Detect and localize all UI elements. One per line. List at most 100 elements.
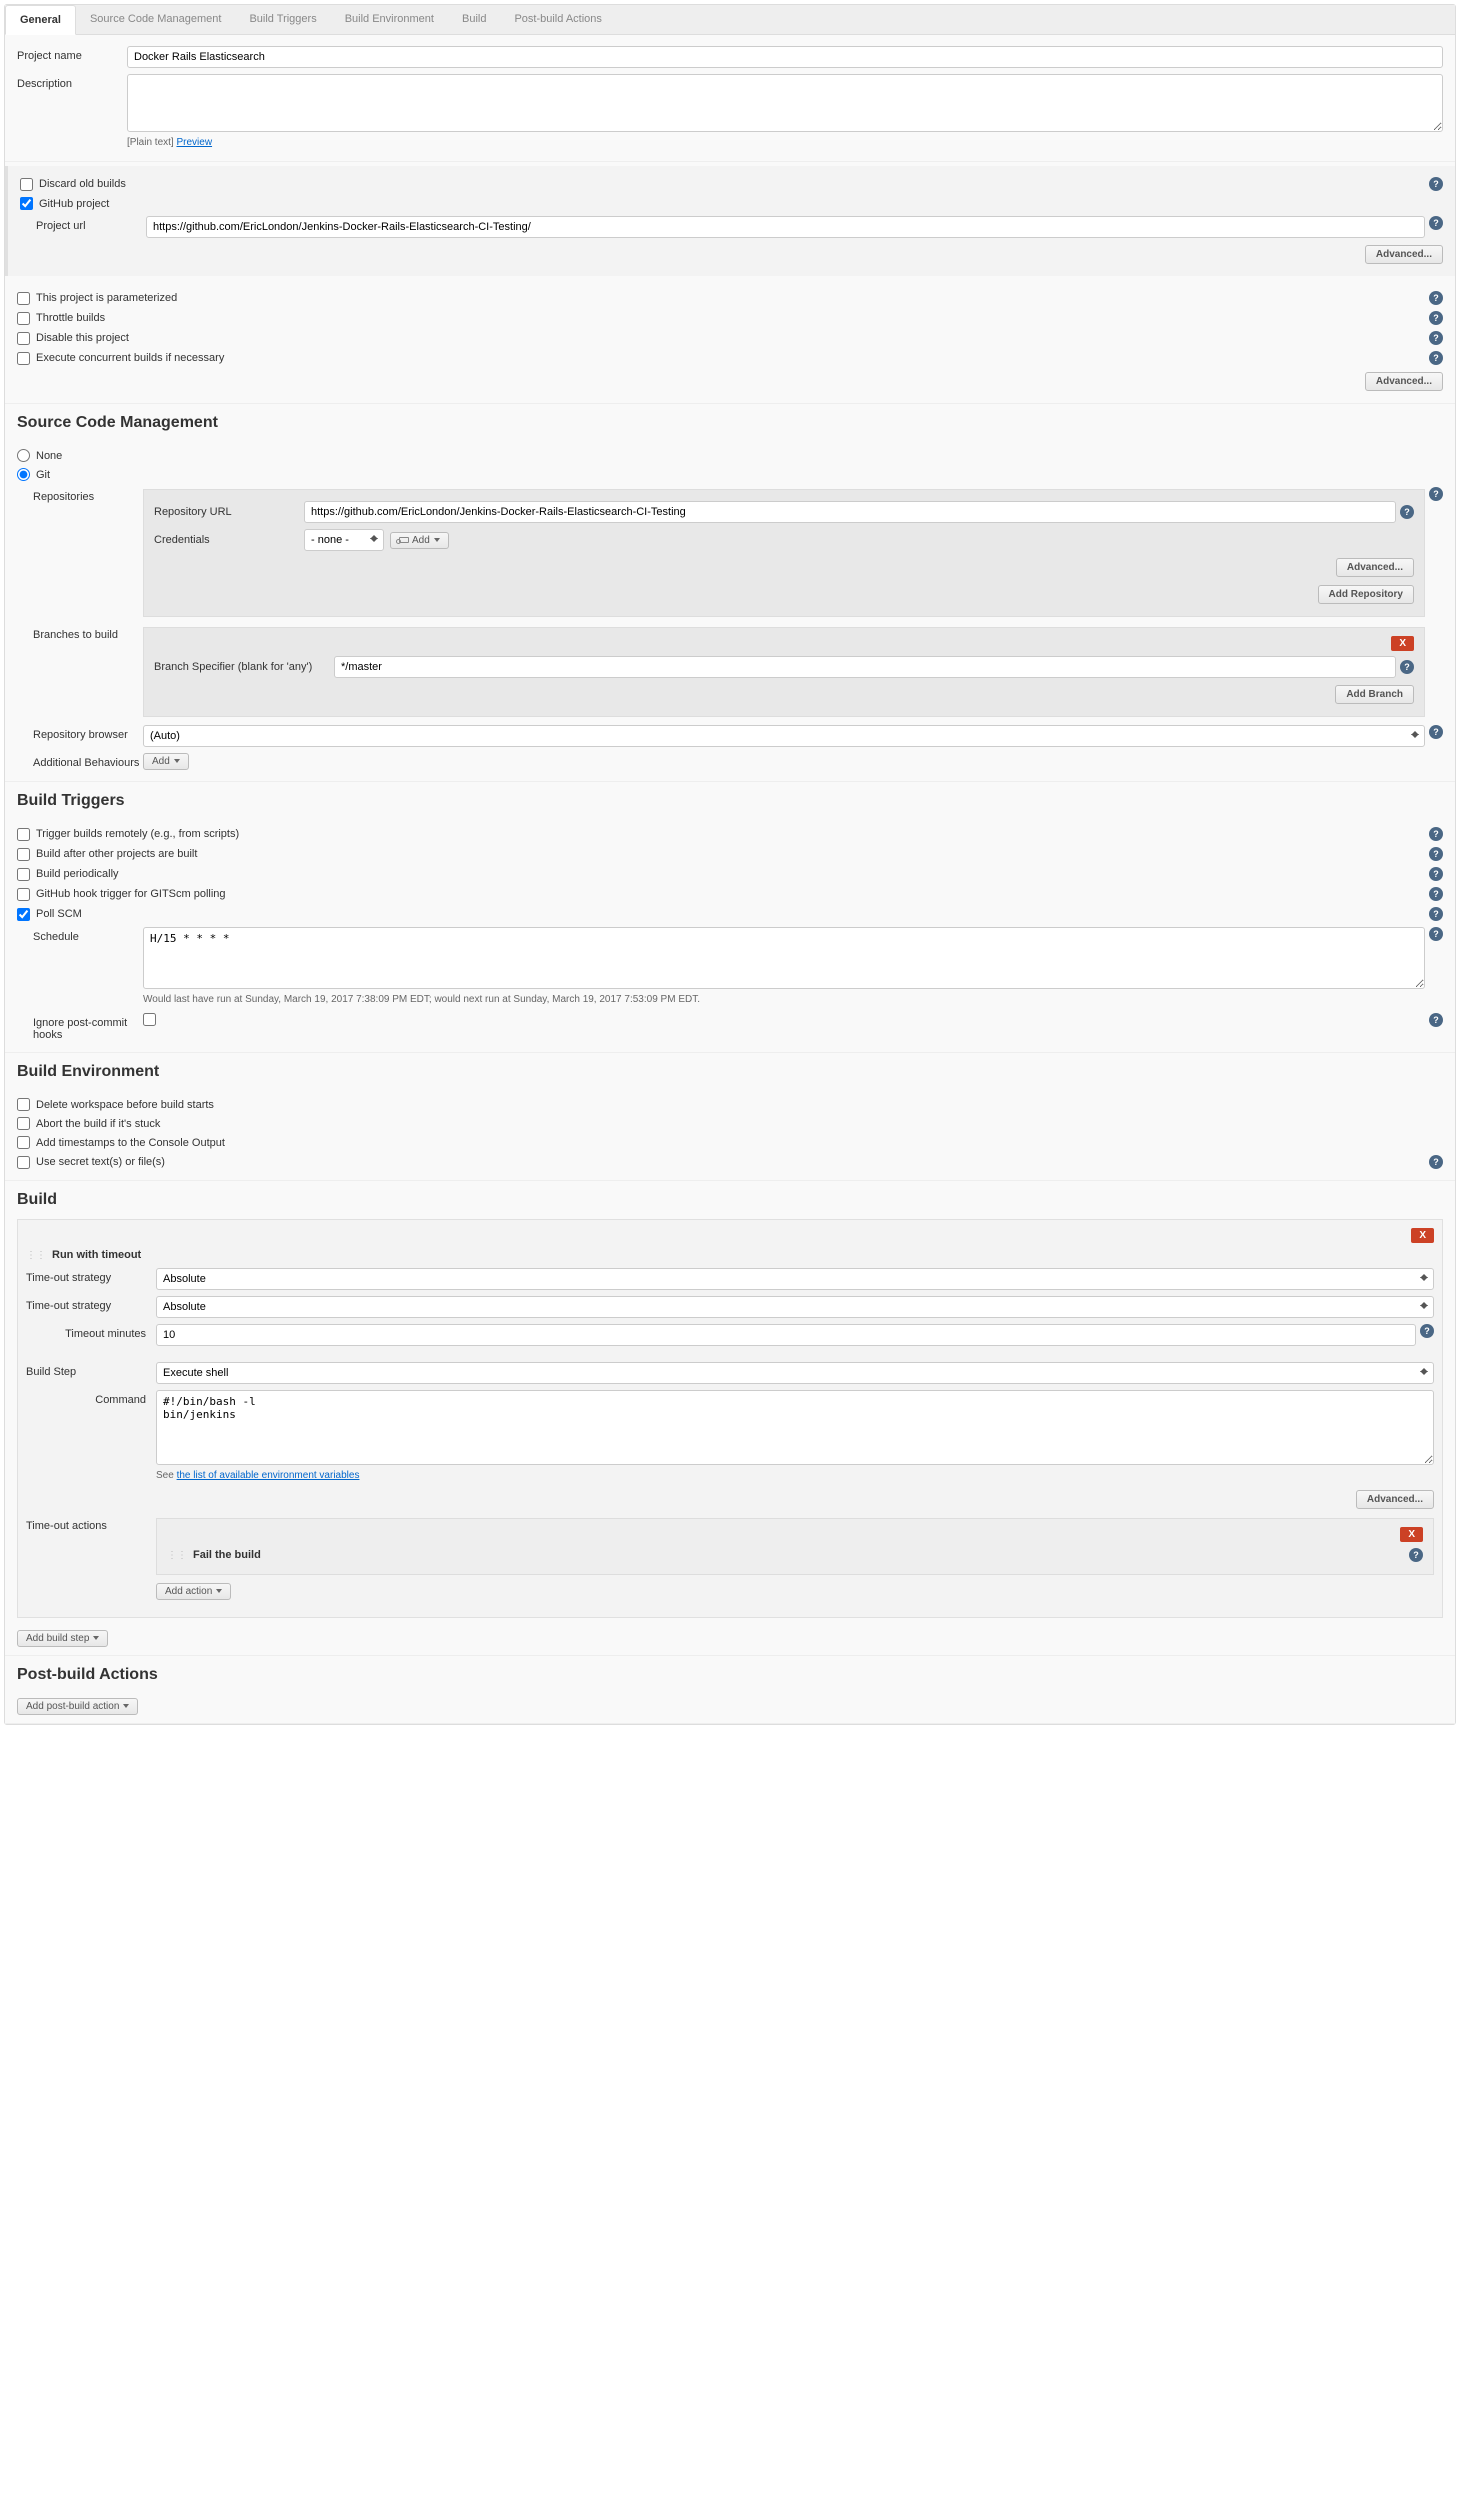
help-icon[interactable]: ? bbox=[1429, 827, 1443, 841]
add-repository-button[interactable]: Add Repository bbox=[1318, 585, 1414, 604]
project-url-label: Project url bbox=[36, 216, 146, 232]
run-timeout-title: Run with timeout bbox=[52, 1249, 1434, 1261]
schedule-textarea[interactable]: H/15 * * * * bbox=[143, 927, 1425, 989]
help-icon[interactable]: ? bbox=[1429, 487, 1443, 501]
description-textarea[interactable] bbox=[127, 74, 1443, 132]
tab-build[interactable]: Build bbox=[448, 5, 500, 34]
help-icon[interactable]: ? bbox=[1429, 725, 1443, 739]
concurrent-label: Execute concurrent builds if necessary bbox=[36, 352, 1425, 364]
trigger-after-label: Build after other projects are built bbox=[36, 848, 1425, 860]
branch-spec-input[interactable] bbox=[334, 656, 1396, 678]
timeout-actions-label: Time-out actions bbox=[26, 1516, 156, 1532]
credentials-select[interactable]: - none - bbox=[304, 529, 384, 551]
preview-link[interactable]: Preview bbox=[176, 137, 212, 148]
add-post-build-button[interactable]: Add post-build action bbox=[17, 1698, 138, 1715]
help-icon[interactable]: ? bbox=[1429, 291, 1443, 305]
parameterized-checkbox[interactable] bbox=[17, 292, 30, 305]
fail-build-title: Fail the build bbox=[193, 1549, 1409, 1561]
help-icon[interactable]: ? bbox=[1429, 351, 1443, 365]
build-step-select[interactable]: Execute shell bbox=[156, 1362, 1434, 1384]
help-icon[interactable]: ? bbox=[1429, 927, 1443, 941]
tab-env[interactable]: Build Environment bbox=[331, 5, 448, 34]
github-project-label: GitHub project bbox=[39, 198, 1443, 210]
plaintext-label: [Plain text] bbox=[127, 137, 174, 148]
timestamps-checkbox[interactable] bbox=[17, 1136, 30, 1149]
trigger-remote-checkbox[interactable] bbox=[17, 828, 30, 841]
delete-action-button[interactable]: X bbox=[1400, 1527, 1423, 1542]
timeout-minutes-label: Timeout minutes bbox=[26, 1324, 156, 1340]
repo-url-input[interactable] bbox=[304, 501, 1396, 523]
repo-browser-label: Repository browser bbox=[33, 725, 143, 741]
scm-none-radio[interactable] bbox=[17, 449, 30, 462]
add-action-button[interactable]: Add action bbox=[156, 1583, 231, 1600]
ignore-hooks-label: Ignore post-commit hooks bbox=[33, 1013, 143, 1041]
trigger-after-checkbox[interactable] bbox=[17, 848, 30, 861]
ignore-hooks-checkbox[interactable] bbox=[143, 1013, 156, 1026]
branches-label: Branches to build bbox=[33, 625, 143, 641]
help-icon[interactable]: ? bbox=[1400, 505, 1414, 519]
trigger-periodic-checkbox[interactable] bbox=[17, 868, 30, 881]
timeout-strategy-select-2[interactable]: Absolute bbox=[156, 1296, 1434, 1318]
secret-checkbox[interactable] bbox=[17, 1156, 30, 1169]
project-name-input[interactable] bbox=[127, 46, 1443, 68]
help-icon[interactable]: ? bbox=[1429, 177, 1443, 191]
help-icon[interactable]: ? bbox=[1429, 847, 1443, 861]
concurrent-checkbox[interactable] bbox=[17, 352, 30, 365]
help-icon[interactable]: ? bbox=[1429, 216, 1443, 230]
help-icon[interactable]: ? bbox=[1400, 660, 1414, 674]
advanced-button[interactable]: Advanced... bbox=[1356, 1490, 1434, 1509]
build-heading: Build bbox=[5, 1181, 1455, 1215]
abort-stuck-checkbox[interactable] bbox=[17, 1117, 30, 1130]
trigger-pollscm-checkbox[interactable] bbox=[17, 908, 30, 921]
add-branch-button[interactable]: Add Branch bbox=[1335, 685, 1414, 704]
tab-triggers[interactable]: Build Triggers bbox=[235, 5, 330, 34]
add-build-step-button[interactable]: Add build step bbox=[17, 1630, 108, 1647]
help-icon[interactable]: ? bbox=[1429, 331, 1443, 345]
help-icon[interactable]: ? bbox=[1429, 887, 1443, 901]
throttle-checkbox[interactable] bbox=[17, 312, 30, 325]
project-url-input[interactable] bbox=[146, 216, 1425, 238]
delete-buildstep-button[interactable]: X bbox=[1411, 1228, 1434, 1243]
timeout-strategy-select[interactable]: Absolute bbox=[156, 1268, 1434, 1290]
parameterized-label: This project is parameterized bbox=[36, 292, 1425, 304]
scm-git-radio[interactable] bbox=[17, 468, 30, 481]
advanced-button[interactable]: Advanced... bbox=[1336, 558, 1414, 577]
key-icon bbox=[399, 537, 409, 543]
schedule-label: Schedule bbox=[33, 927, 143, 943]
env-vars-link[interactable]: the list of available environment variab… bbox=[177, 1470, 360, 1481]
timeout-strategy-label-2: Time-out strategy bbox=[26, 1296, 156, 1312]
discard-old-builds-checkbox[interactable] bbox=[20, 178, 33, 191]
drag-handle-icon[interactable]: ⋮⋮ bbox=[26, 1250, 46, 1261]
advanced-button[interactable]: Advanced... bbox=[1365, 245, 1443, 264]
command-textarea[interactable]: #!/bin/bash -l bin/jenkins bbox=[156, 1390, 1434, 1465]
tab-general[interactable]: General bbox=[5, 5, 76, 35]
help-icon[interactable]: ? bbox=[1429, 1155, 1443, 1169]
trigger-githubhook-checkbox[interactable] bbox=[17, 888, 30, 901]
tab-scm[interactable]: Source Code Management bbox=[76, 5, 235, 34]
tab-post[interactable]: Post-build Actions bbox=[500, 5, 615, 34]
help-icon[interactable]: ? bbox=[1429, 311, 1443, 325]
help-icon[interactable]: ? bbox=[1429, 867, 1443, 881]
timeout-minutes-input[interactable] bbox=[156, 1324, 1416, 1346]
additional-behaviours-label: Additional Behaviours bbox=[33, 753, 143, 769]
add-behaviour-button[interactable]: Add bbox=[143, 753, 189, 770]
repo-browser-select[interactable]: (Auto) bbox=[143, 725, 1425, 747]
abort-stuck-label: Abort the build if it's stuck bbox=[36, 1118, 1443, 1130]
help-icon[interactable]: ? bbox=[1429, 1013, 1443, 1027]
secret-label: Use secret text(s) or file(s) bbox=[36, 1156, 1425, 1168]
help-icon[interactable]: ? bbox=[1429, 907, 1443, 921]
description-label: Description bbox=[17, 74, 127, 90]
trigger-pollscm-label: Poll SCM bbox=[36, 908, 1425, 920]
help-icon[interactable]: ? bbox=[1420, 1324, 1434, 1338]
help-icon[interactable]: ? bbox=[1409, 1548, 1423, 1562]
drag-handle-icon[interactable]: ⋮⋮ bbox=[167, 1550, 187, 1561]
add-credentials-button[interactable]: Add bbox=[390, 532, 449, 549]
disable-project-checkbox[interactable] bbox=[17, 332, 30, 345]
post-build-heading: Post-build Actions bbox=[5, 1656, 1455, 1690]
timeout-strategy-label: Time-out strategy bbox=[26, 1268, 156, 1284]
command-label: Command bbox=[26, 1390, 156, 1406]
github-project-checkbox[interactable] bbox=[20, 197, 33, 210]
advanced-button[interactable]: Advanced... bbox=[1365, 372, 1443, 391]
delete-ws-checkbox[interactable] bbox=[17, 1098, 30, 1111]
delete-branch-button[interactable]: X bbox=[1391, 636, 1414, 651]
